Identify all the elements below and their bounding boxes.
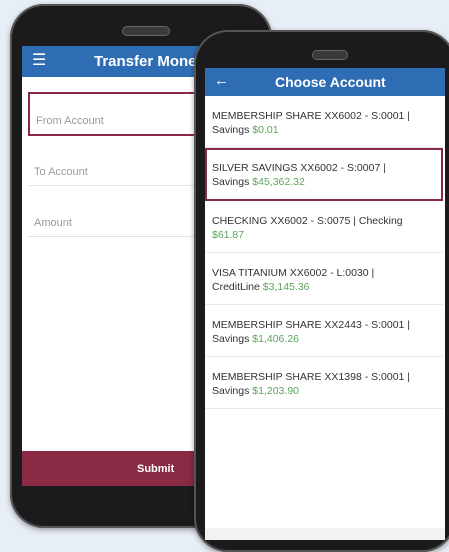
hamburger-menu-icon[interactable]: ☰ <box>32 53 48 69</box>
account-type: Savings <box>212 385 250 397</box>
account-text: SILVER SAVINGS XX6002 - S:0007 | Savings… <box>212 161 438 189</box>
account-name: MEMBERSHIP SHARE XX1398 - S:0001 | <box>212 371 411 383</box>
account-balance: $1,406.26 <box>252 333 299 345</box>
page-title: Choose Account <box>275 74 386 90</box>
account-item[interactable]: MEMBERSHIP SHARE XX1398 - S:0001 | Savin… <box>205 357 443 409</box>
speaker-grille <box>312 50 348 60</box>
account-text: MEMBERSHIP SHARE XX6002 - S:0001 | Savin… <box>212 109 438 137</box>
account-name: MEMBERSHIP SHARE XX2443 - S:0001 | <box>212 319 411 331</box>
page-title: Transfer Money <box>94 53 205 70</box>
phone-front: ← Choose Account MEMBERSHIP SHARE XX6002… <box>194 30 449 552</box>
account-item[interactable]: VISA TITANIUM XX6002 - L:0030 | CreditLi… <box>205 253 443 305</box>
account-text: MEMBERSHIP SHARE XX2443 - S:0001 | Savin… <box>212 318 438 346</box>
account-item[interactable]: MEMBERSHIP SHARE XX2443 - S:0001 | Savin… <box>205 305 443 357</box>
submit-label: Submit <box>137 463 175 475</box>
account-balance: $45,362.32 <box>252 176 305 188</box>
account-balance: $1,203.90 <box>252 385 299 397</box>
account-item[interactable]: CHECKING XX6002 - S:0075 | Checking $61.… <box>205 201 443 253</box>
speaker-grille <box>122 26 170 36</box>
footer-strip <box>205 528 445 540</box>
account-text: CHECKING XX6002 - S:0075 | Checking $61.… <box>212 214 438 242</box>
account-type: Savings <box>212 124 250 136</box>
account-name: VISA TITANIUM XX6002 - L:0030 | <box>212 267 375 279</box>
from-account-label: From Account <box>36 115 104 127</box>
account-type: CreditLine <box>212 281 260 293</box>
account-type: Savings <box>212 176 250 188</box>
account-balance: $61.87 <box>212 229 245 241</box>
account-name: CHECKING XX6002 - S:0075 | Checking <box>212 215 403 227</box>
account-name: MEMBERSHIP SHARE XX6002 - S:0001 | <box>212 110 411 122</box>
account-item-selected[interactable]: SILVER SAVINGS XX6002 - S:0007 | Savings… <box>205 148 443 201</box>
app-header: ← Choose Account <box>205 68 445 96</box>
choose-account-screen: ← Choose Account MEMBERSHIP SHARE XX6002… <box>205 68 445 540</box>
account-type: Savings <box>212 333 250 345</box>
account-text: VISA TITANIUM XX6002 - L:0030 | CreditLi… <box>212 266 438 294</box>
account-balance: $3,145.36 <box>262 281 310 293</box>
back-arrow-icon[interactable]: ← <box>214 72 229 90</box>
account-item[interactable]: MEMBERSHIP SHARE XX6002 - S:0001 | Savin… <box>205 96 443 148</box>
amount-label: Amount <box>34 217 72 229</box>
account-balance: $0.01 <box>252 124 279 136</box>
account-text: MEMBERSHIP SHARE XX1398 - S:0001 | Savin… <box>212 370 438 398</box>
account-name: SILVER SAVINGS XX6002 - S:0007 | <box>212 162 386 174</box>
to-account-label: To Account <box>34 166 88 178</box>
